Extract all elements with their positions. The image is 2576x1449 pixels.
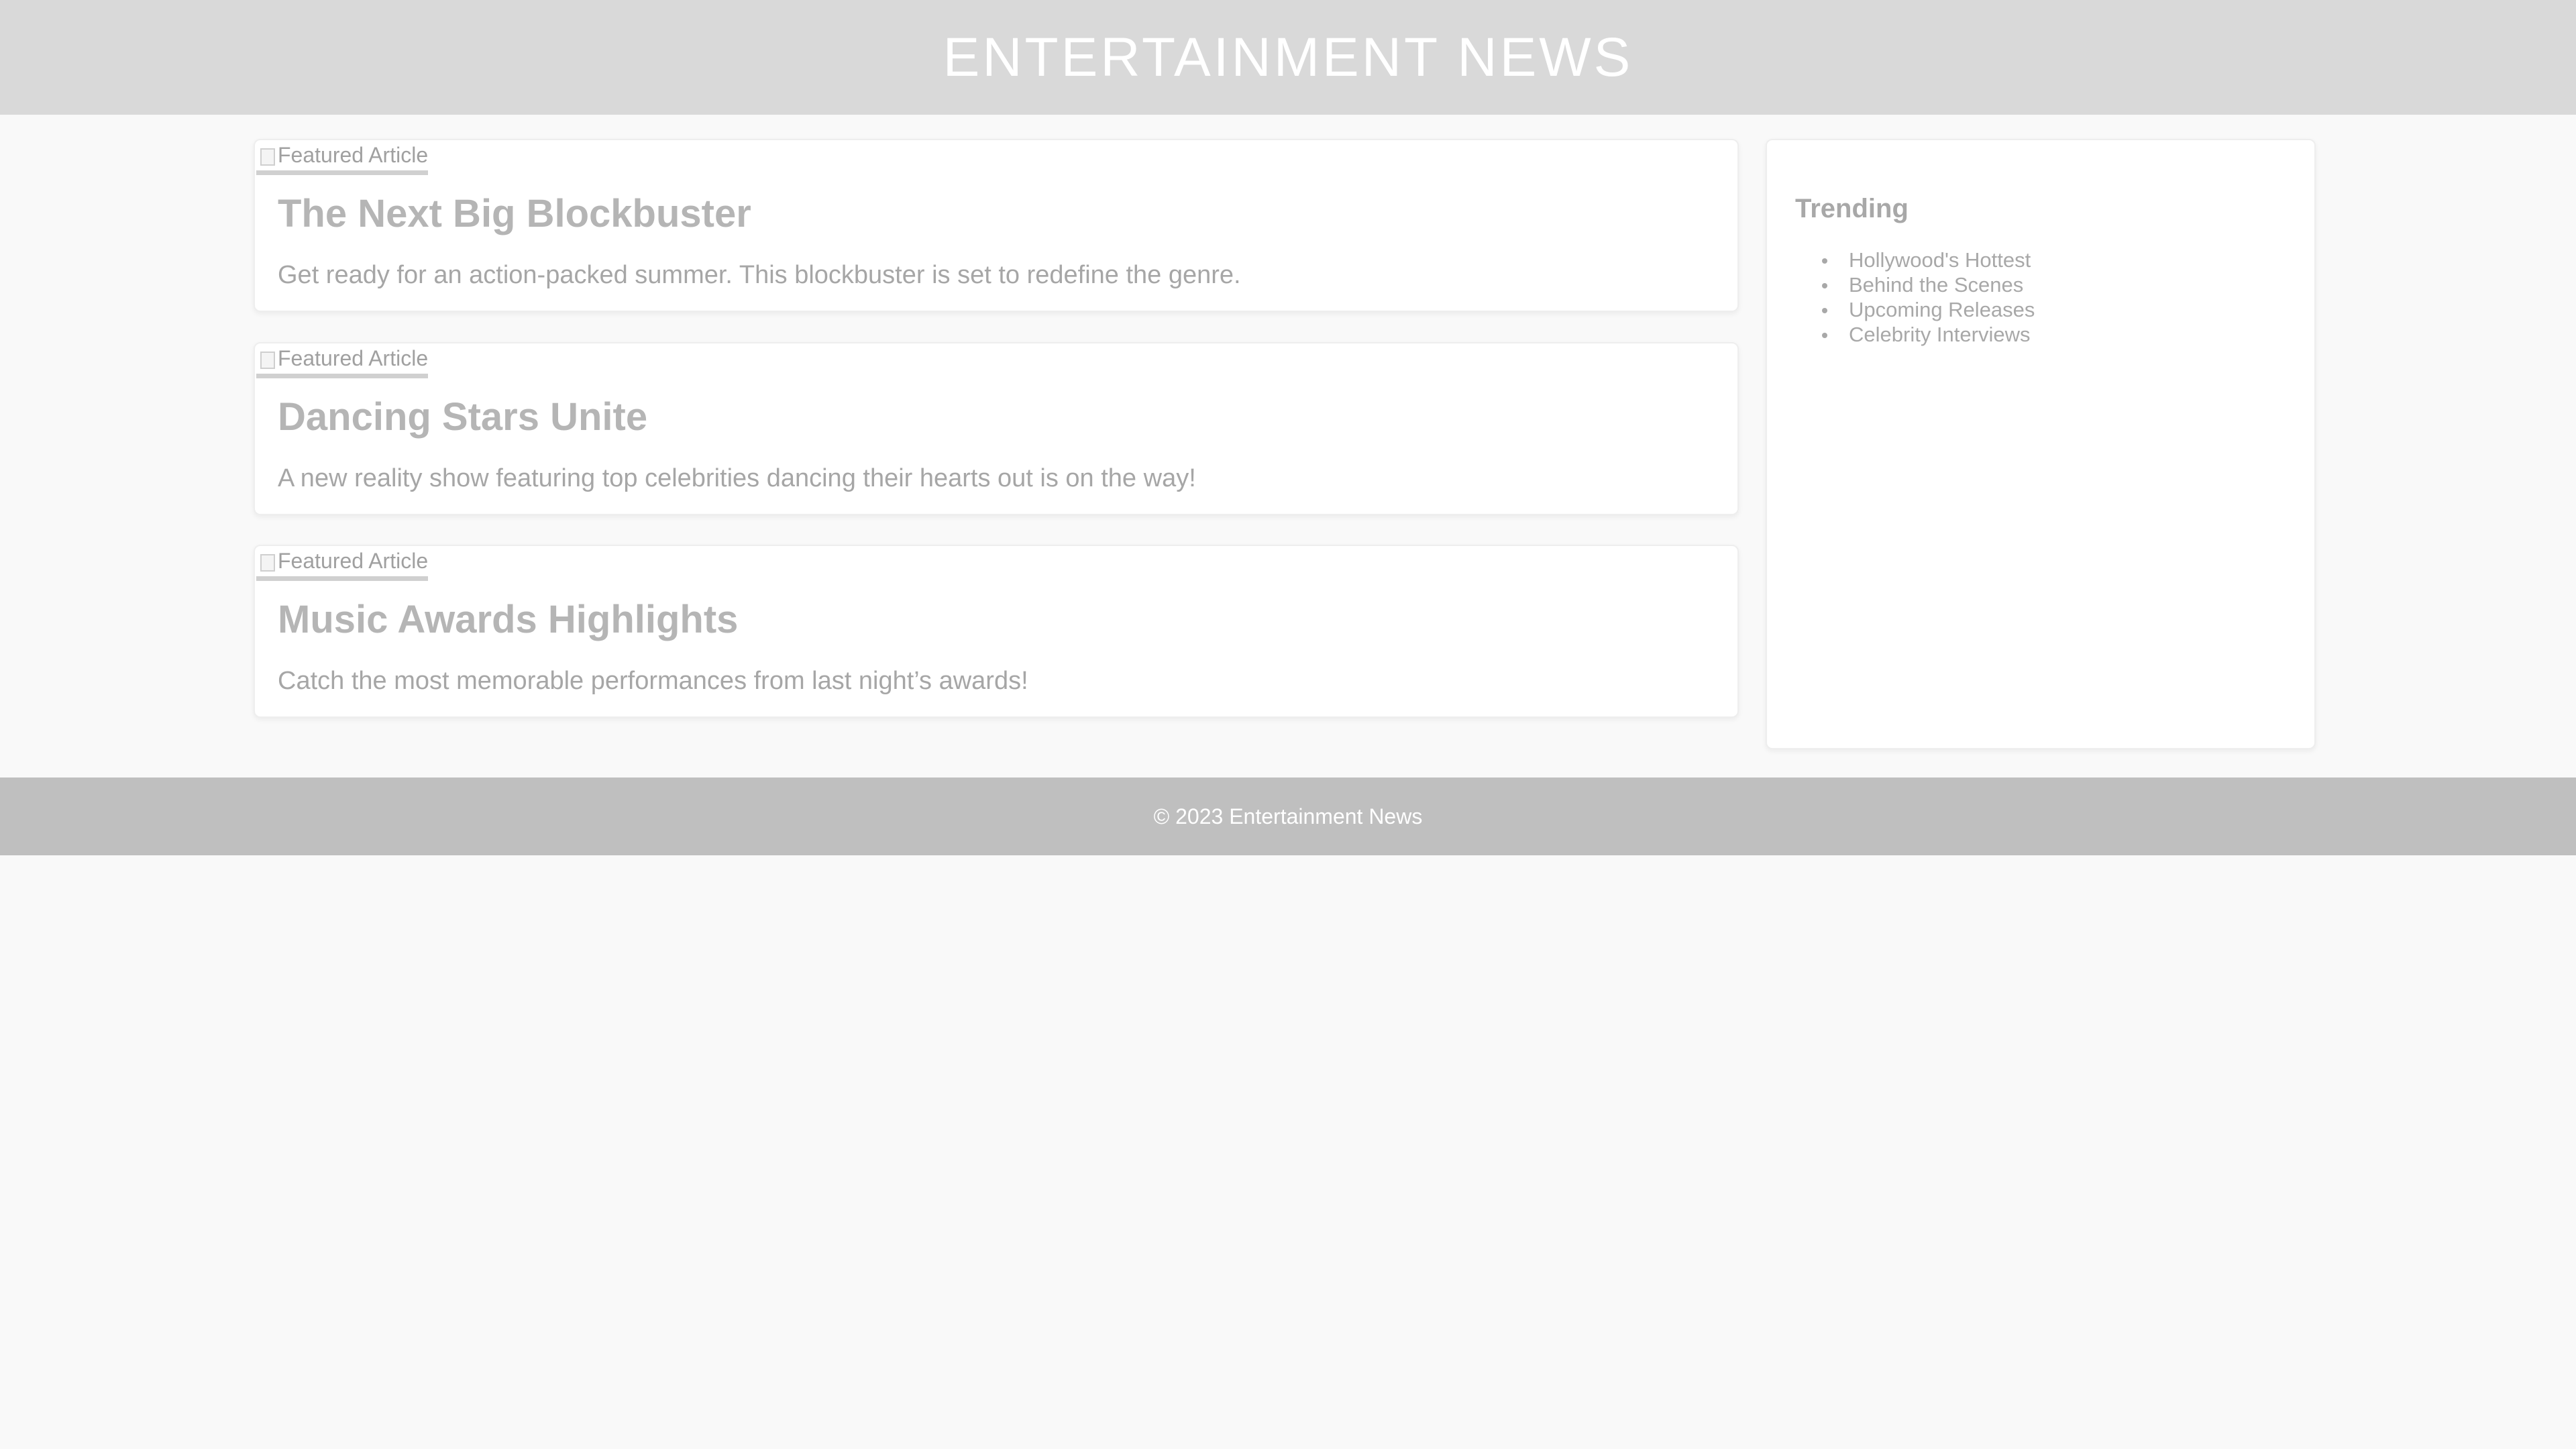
article-card[interactable]: Featured Article Dancing Stars Unite A n…: [254, 342, 1739, 515]
trending-item[interactable]: Hollywood's Hottest: [1822, 248, 2035, 272]
trending-item[interactable]: Behind the Scenes: [1822, 272, 2035, 297]
trending-item[interactable]: Celebrity Interviews: [1822, 322, 2035, 347]
article-description: A new reality show featuring top celebri…: [278, 464, 1196, 492]
site-footer: © 2023 Entertainment News: [0, 777, 2576, 855]
article-card[interactable]: Featured Article The Next Big Blockbuste…: [254, 139, 1739, 312]
article-image[interactable]: Featured Article: [256, 140, 429, 175]
article-description: Get ready for an action-packed summer. T…: [278, 261, 1241, 289]
article-image-alt: Featured Article: [278, 143, 429, 167]
article-title[interactable]: The Next Big Blockbuster: [278, 193, 751, 235]
trending-list: Hollywood's Hottest Behind the Scenes Up…: [1822, 248, 2035, 347]
broken-image-icon: [259, 551, 276, 572]
article-title[interactable]: Dancing Stars Unite: [278, 396, 647, 439]
article-card[interactable]: Featured Article Music Awards Highlights…: [254, 545, 1739, 718]
broken-image-icon: [259, 146, 276, 166]
sidebar-title: Trending: [1795, 194, 1909, 223]
footer-copyright: © 2023 Entertainment News: [1153, 804, 1423, 828]
site-title: ENTERTAINMENT NEWS: [943, 26, 1633, 88]
article-image[interactable]: Featured Article: [256, 546, 429, 581]
article-description: Catch the most memorable performances fr…: [278, 667, 1028, 695]
article-image[interactable]: Featured Article: [256, 343, 429, 378]
broken-image-icon: [259, 349, 276, 369]
trending-item[interactable]: Upcoming Releases: [1822, 297, 2035, 322]
article-image-alt: Featured Article: [278, 346, 429, 370]
article-image-alt: Featured Article: [278, 549, 429, 573]
site-header: ENTERTAINMENT NEWS: [0, 0, 2576, 115]
article-title[interactable]: Music Awards Highlights: [278, 598, 738, 641]
trending-sidebar: Trending Hollywood's Hottest Behind the …: [1766, 139, 2316, 749]
